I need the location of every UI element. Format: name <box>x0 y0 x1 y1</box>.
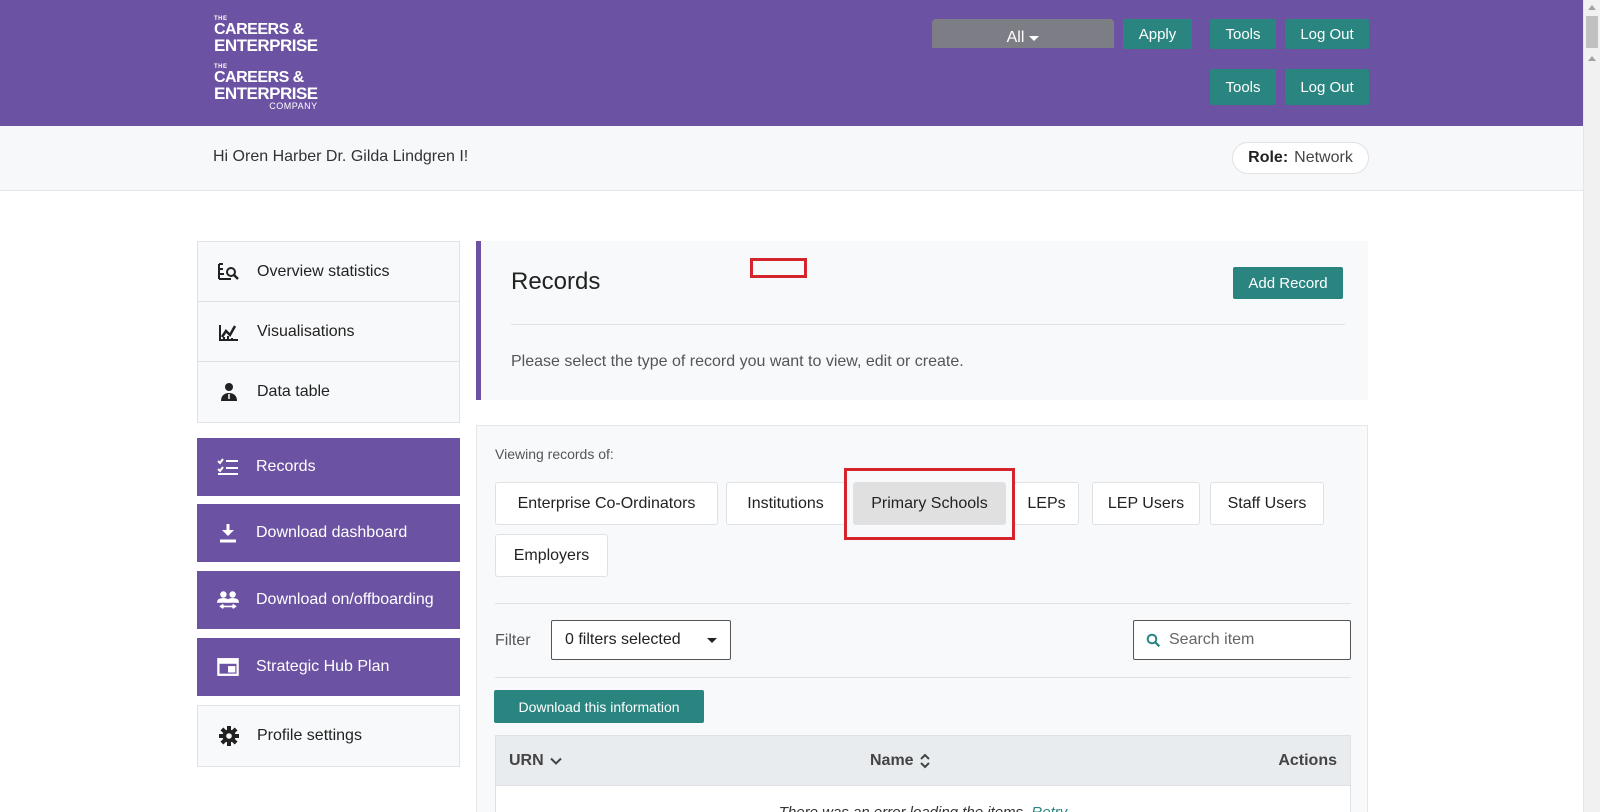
sidebar-item-visualisations[interactable]: Visualisations <box>198 302 459 362</box>
filter-label: Filter <box>495 632 531 649</box>
scroll-up-icon[interactable] <box>1588 5 1596 10</box>
scroll-thumb[interactable] <box>1586 16 1598 48</box>
viewing-label: Viewing records of: <box>495 446 614 462</box>
column-header-label: Actions <box>1278 752 1337 769</box>
line-chart-icon <box>218 321 240 343</box>
users-icon <box>217 589 239 611</box>
page-title: Records <box>511 268 601 295</box>
sidebar-item-label: Overview statistics <box>257 262 390 280</box>
column-header-actions: Actions <box>1278 752 1337 770</box>
divider <box>495 603 1351 604</box>
sidebar-item-overview-statistics[interactable]: Overview statistics <box>198 242 459 302</box>
sidebar-bottom-group: Profile settings <box>197 705 460 767</box>
checklist-icon <box>217 456 239 478</box>
sidebar-item-label: Download on/offboarding <box>256 591 434 608</box>
error-text: There was an error loading the items. <box>779 804 1027 812</box>
sidebar-item-label: Records <box>256 458 316 475</box>
logout-button-top[interactable]: Log Out <box>1285 19 1369 49</box>
sidebar-item-download-dashboard[interactable]: Download dashboard <box>197 504 460 562</box>
greeting-bar: Hi Oren Harber Dr. Gilda Lindgren I! Rol… <box>0 126 1583 191</box>
divider <box>511 324 1345 325</box>
download-information-button[interactable]: Download this information <box>494 690 704 723</box>
filter-dropdown[interactable]: 0 filters selected <box>551 620 731 660</box>
search-icon <box>1146 633 1161 647</box>
sort-icon <box>919 753 930 769</box>
tools-button[interactable]: Tools <box>1210 69 1276 105</box>
search-box[interactable] <box>1133 620 1351 660</box>
column-header-name[interactable]: Name <box>870 752 930 770</box>
scope-select-value: All <box>1006 29 1025 46</box>
page-scrollbar[interactable] <box>1583 0 1600 812</box>
scroll-up-icon[interactable] <box>1588 56 1596 61</box>
sidebar-item-label: Download dashboard <box>256 524 408 541</box>
role-label: Role: <box>1248 149 1289 166</box>
sidebar-item-strategic-hub-plan[interactable]: Strategic Hub Plan <box>197 638 460 696</box>
sidebar-item-download-onoffboarding[interactable]: Download on/offboarding <box>197 571 460 629</box>
chevron-down-icon <box>549 757 562 765</box>
table-header: URN Name Actions <box>495 735 1351 786</box>
role-badge: Role: Network <box>1232 142 1369 174</box>
highlight-box-primary-schools <box>844 468 1015 540</box>
chip-institutions[interactable]: Institutions <box>726 482 845 525</box>
logo-line2: ENTERPRISE <box>214 84 318 103</box>
table-error-message: There was an error loading the items. Re… <box>496 804 1350 812</box>
sidebar-item-data-table[interactable]: Data table <box>198 362 459 422</box>
caret-down-icon <box>707 638 717 643</box>
apply-button[interactable]: Apply <box>1123 19 1192 49</box>
sidebar-item-label: Data table <box>257 383 330 400</box>
chip-leps[interactable]: LEPs <box>1014 482 1079 525</box>
chip-employers[interactable]: Employers <box>495 534 608 577</box>
sidebar-item-records[interactable]: Records <box>197 438 460 496</box>
divider <box>495 677 1351 678</box>
logout-button[interactable]: Log Out <box>1285 69 1369 105</box>
column-header-urn[interactable]: URN <box>509 752 562 770</box>
company-logo-top[interactable]: THE CAREERS & ENTERPRISE <box>214 16 318 54</box>
column-header-label: Name <box>870 752 914 769</box>
sidebar-item-label: Visualisations <box>257 322 355 340</box>
gear-icon <box>218 725 240 747</box>
tools-button-top[interactable]: Tools <box>1210 19 1276 49</box>
sidebar-item-label: Strategic Hub Plan <box>256 658 390 675</box>
company-logo-bottom[interactable]: THE CAREERS & ENTERPRISE COMPANY <box>214 64 318 111</box>
role-value: Network <box>1294 149 1353 166</box>
chip-lep-users[interactable]: LEP Users <box>1092 482 1200 525</box>
caret-down-icon <box>1029 36 1040 41</box>
window-icon <box>217 656 239 678</box>
top-header: THE CAREERS & ENTERPRISE THE CAREERS & E… <box>0 0 1583 126</box>
table-body: There was an error loading the items. Re… <box>495 786 1351 812</box>
records-card: Records Please select the type of record… <box>476 241 1368 400</box>
sidebar-item-profile-settings[interactable]: Profile settings <box>198 706 459 766</box>
sidebar-top-group: Overview statistics Visualisations Data … <box>197 241 460 423</box>
download-icon <box>217 522 239 544</box>
chip-enterprise-coordinators[interactable]: Enterprise Co-Ordinators <box>495 482 718 525</box>
records-description: Please select the type of record you wan… <box>511 353 964 370</box>
greeting-text: Hi Oren Harber Dr. Gilda Lindgren I! <box>213 148 469 165</box>
retry-link[interactable]: Retry <box>1031 804 1067 812</box>
scope-select[interactable]: All <box>932 19 1114 48</box>
search-input[interactable] <box>1169 631 1339 649</box>
logo-line2: ENTERPRISE <box>214 36 318 55</box>
highlight-box <box>750 258 807 278</box>
user-icon <box>218 381 240 403</box>
add-record-button[interactable]: Add Record <box>1233 267 1343 299</box>
chip-staff-users[interactable]: Staff Users <box>1210 482 1324 525</box>
chart-search-icon <box>218 261 240 283</box>
column-header-label: URN <box>509 752 544 769</box>
logo-line3: COMPANY <box>269 101 318 111</box>
sidebar-item-label: Profile settings <box>257 727 362 744</box>
filter-dropdown-value: 0 filters selected <box>565 631 681 648</box>
